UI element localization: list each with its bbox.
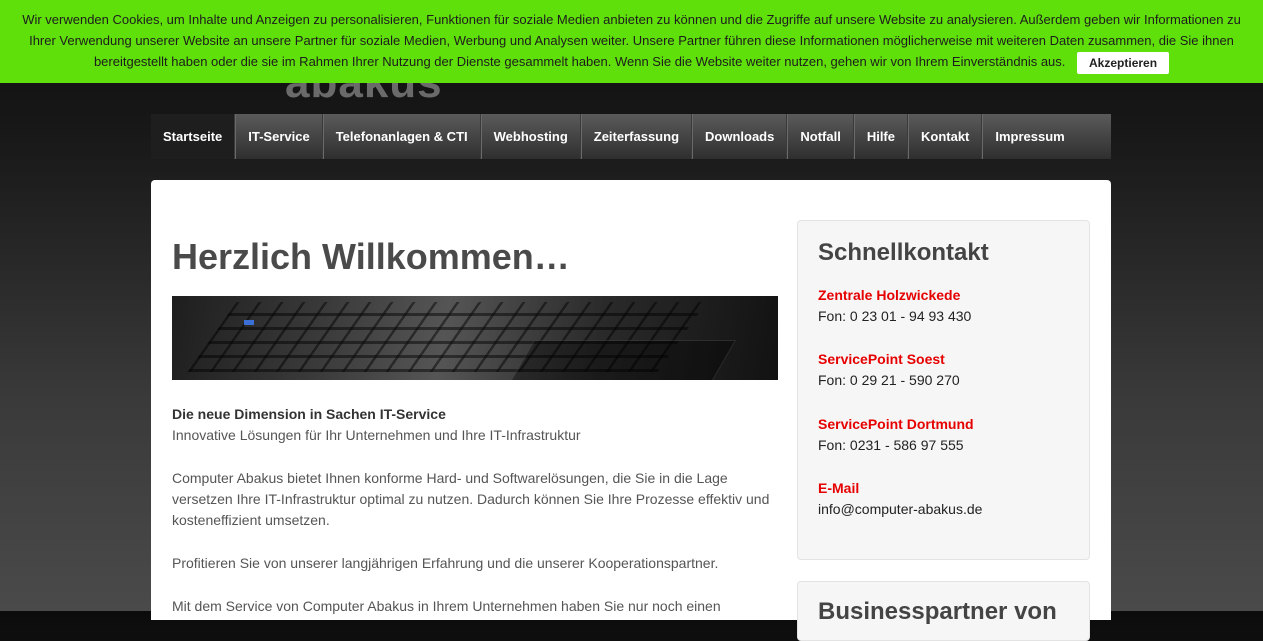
touchpad-graphic xyxy=(509,340,737,380)
nav-item-telefonanlagen[interactable]: Telefonanlagen & CTI xyxy=(322,114,481,159)
contact-soest: ServicePoint Soest Fon: 0 29 21 - 590 27… xyxy=(818,349,960,391)
nav-item-zeiterfassung[interactable]: Zeiterfassung xyxy=(580,114,693,159)
nav-item-impressum[interactable]: Impressum xyxy=(982,114,1076,159)
contact-phone: Fon: 0231 - 586 97 555 xyxy=(818,437,964,453)
cookie-text: Wir verwenden Cookies, um Inhalte und An… xyxy=(22,12,1241,69)
contact-dortmund: ServicePoint Dortmund Fon: 0231 - 586 97… xyxy=(818,414,974,456)
keyboard-led-graphic xyxy=(244,320,254,325)
intro-subtitle: Die neue Dimension in Sachen IT-Service xyxy=(172,406,446,422)
contact-name: ServicePoint Soest xyxy=(818,351,945,367)
contact-name: Zentrale Holzwickede xyxy=(818,287,961,303)
experience-paragraph: Profitieren Sie von unserer langjährigen… xyxy=(172,555,719,571)
contact-name: E-Mail xyxy=(818,480,860,496)
intro-tagline: Innovative Lösungen für Ihr Unternehmen … xyxy=(172,427,581,443)
main-nav: Startseite IT-Service Telefonanlagen & C… xyxy=(151,114,1111,159)
contact-holzwickede: Zentrale Holzwickede Fon: 0 23 01 - 94 9… xyxy=(818,285,971,327)
business-partner-title: Businesspartner von xyxy=(818,598,1057,625)
cookie-text-wrapper: Wir verwenden Cookies, um Inhalte und An… xyxy=(10,9,1253,74)
content-panel: Herzlich Willkommen… Die neue Dimension … xyxy=(151,180,1111,641)
nav-item-notfall[interactable]: Notfall xyxy=(787,114,854,159)
nav-item-kontakt[interactable]: Kontakt xyxy=(907,114,983,159)
contact-name: ServicePoint Dortmund xyxy=(818,416,974,432)
service-paragraph: Mit dem Service von Computer Abakus in I… xyxy=(172,598,721,614)
contact-email: E-Mail info@computer-abakus.de xyxy=(818,478,982,520)
main-column: Herzlich Willkommen… Die neue Dimension … xyxy=(172,236,778,617)
nav-item-it-service[interactable]: IT-Service xyxy=(235,114,323,159)
nav-item-webhosting[interactable]: Webhosting xyxy=(480,114,581,159)
quick-contact-title: Schnellkontakt xyxy=(818,239,989,266)
business-partner-box: Businesspartner von xyxy=(797,581,1090,641)
nav-item-hilfe[interactable]: Hilfe xyxy=(853,114,908,159)
contact-phone: Fon: 0 29 21 - 590 270 xyxy=(818,372,960,388)
nav-item-startseite[interactable]: Startseite xyxy=(151,114,236,159)
contact-phone: Fon: 0 23 01 - 94 93 430 xyxy=(818,308,972,324)
accept-cookies-button[interactable]: Akzeptieren xyxy=(1077,51,1170,74)
nav-item-downloads[interactable]: Downloads xyxy=(692,114,788,159)
cookie-banner: Wir verwenden Cookies, um Inhalte und An… xyxy=(0,0,1263,83)
page-title: Herzlich Willkommen… xyxy=(172,236,570,277)
intro-paragraph: Computer Abakus bietet Ihnen konforme Ha… xyxy=(172,470,770,528)
quick-contact-box: Schnellkontakt Zentrale Holzwickede Fon:… xyxy=(797,220,1090,560)
hero-keyboard-image xyxy=(172,296,778,380)
email-link[interactable]: info@computer-abakus.de xyxy=(818,499,982,520)
